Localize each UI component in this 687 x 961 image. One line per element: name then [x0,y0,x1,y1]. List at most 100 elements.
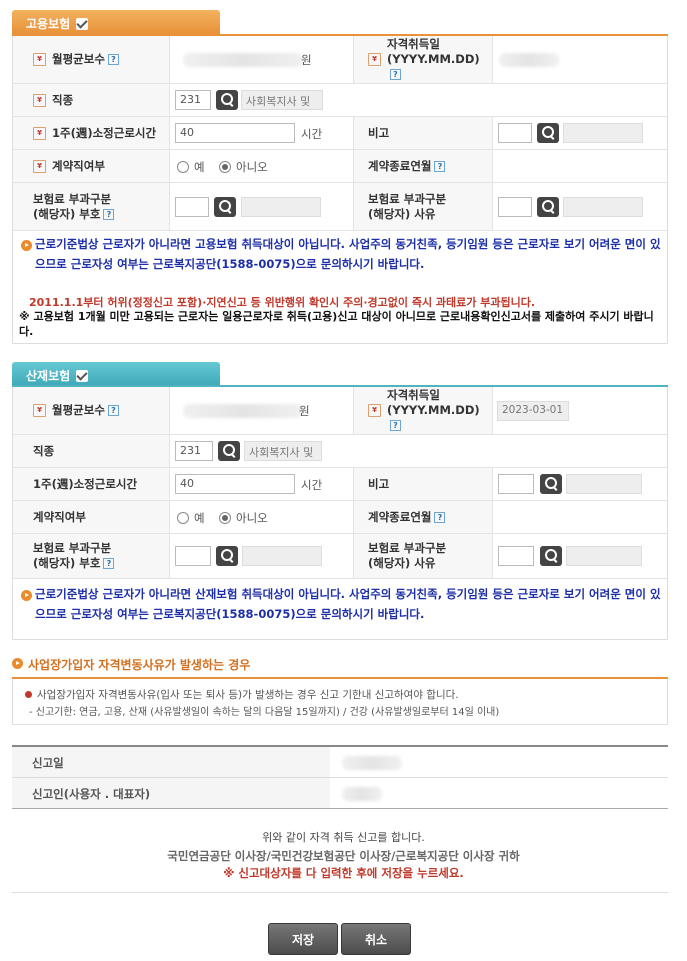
industrial-row-hours: 1주(週)소정근로시간 40 시간 비고 [13,468,667,501]
employment-remark-label: 비고 [354,117,492,149]
notice-arrow-icon [21,590,32,601]
employment-levy-code-input[interactable] [175,197,209,217]
employment-avg-wage-value[interactable] [183,53,303,67]
search-icon[interactable] [218,441,240,461]
employment-contract-no-label: 아니오 [236,160,268,174]
industrial-row-wage: 월평균보수? 원 자격취득일(YYYY.MM.DD)? 2023-03-01 [13,387,667,435]
industrial-row-job: 직종 231 사회복지사 및 [13,435,667,468]
help-icon[interactable]: ? [434,511,446,523]
employment-levy-reason-name [563,197,643,217]
report-date-label: 신고일 [12,747,330,777]
red-dot-icon [25,691,32,698]
industrial-contract-yes-radio[interactable] [177,512,189,524]
industrial-hours-label: 1주(週)소정근로시간 [13,468,169,500]
industrial-acq-date-input[interactable]: 2023-03-01 [497,401,569,421]
employment-checkbox[interactable] [76,18,89,30]
industrial-levy-reason-name [566,546,642,566]
industrial-levy-code-label: 보험료 부과구분 (해당자) 부호? [13,534,169,578]
industrial-form: 월평균보수? 원 자격취득일(YYYY.MM.DD)? 2023-03-01 직… [12,387,668,640]
employment-hours-label: 1주(週)소정근로시간 [13,117,169,149]
employment-levy-code-label: 보험료 부과구분 (해당자) 부호? [13,183,169,230]
employment-row-wage: 월평균보수? 원 자격취득일(YYYY.MM.DD)? [13,36,667,84]
employment-tab-label: 고용보험 [26,17,71,31]
section-arrow-icon [12,658,23,669]
employment-contract-end-label: 계약종료연월? [354,150,492,182]
employment-row-hours: 1주(週)소정근로시간 40 시간 비고 [13,117,667,150]
employment-hours-input[interactable]: 40 [175,123,295,143]
report-date-value[interactable] [342,756,402,770]
change-section-title: 사업장가입자 자격변동사유가 발생하는 경우 [28,658,251,672]
industrial-notice: 근로기준법상 근로자가 아니라면 산재보험 취득대상이 아닙니다. 사업주의 동… [35,587,661,621]
employment-acq-date-label: 자격취득일(YYYY.MM.DD)? [354,36,492,83]
industrial-contract-label: 계약직여부 [13,501,169,533]
industrial-contract-no-radio[interactable] [219,512,231,524]
search-icon[interactable] [537,123,559,143]
industrial-levy-reason-label: 보험료 부과구분 (해당자) 사유 [354,534,492,578]
change-line-2: - 신고기한: 연금, 고용, 산재 (사유발생일이 속하는 달의 다음달 15… [29,707,500,718]
employment-job-code-input[interactable]: 231 [175,90,211,110]
change-section-box: 사업장가입자 자격변동사유(입사 또는 퇴사 등)가 발생하는 경우 신고 기한… [12,679,668,725]
cancel-button[interactable]: 취소 [341,923,411,955]
industrial-contract-no-label: 아니오 [236,511,268,525]
employment-contract-no-radio[interactable] [219,161,231,173]
industrial-avg-wage-value[interactable] [183,404,303,418]
help-icon[interactable]: ? [434,160,446,172]
employment-insurance-tab[interactable]: 고용보험 [12,10,220,34]
industrial-checkbox[interactable] [76,370,89,382]
industrial-remark-code-input[interactable] [498,474,534,494]
employment-row-job: 직종 231 사회복지사 및 [13,84,667,117]
employment-job-name-input: 사회복지사 및 [241,90,323,110]
employment-row-levy: 보험료 부과구분 (해당자) 부호? 보험료 부과구분 (해당자) 사유 [13,183,667,231]
search-icon[interactable] [540,474,562,494]
employment-job-label: 직종 [13,84,169,116]
employment-remark-code-input[interactable] [498,123,532,143]
employment-levy-code-name [241,197,321,217]
help-icon[interactable]: ? [107,405,119,416]
employment-contract-label: 계약직여부 [13,150,169,182]
employment-wage-unit: 원 [301,53,312,67]
industrial-wage-unit: 원 [299,404,310,418]
search-icon[interactable] [537,197,559,217]
footer-line-2: 국민연금공단 이사장/국민건강보험공단 이사장/근로복지공단 이사장 귀하 [167,849,520,863]
employment-hours-unit: 시간 [301,127,323,141]
footer-line-1: 위와 같이 자격 취득 신고를 합니다. [262,831,425,844]
change-line-1: 사업장가입자 자격변동사유(입사 또는 퇴사 등)가 발생하는 경우 신고 기한… [37,689,459,701]
search-icon[interactable] [216,546,238,566]
industrial-remark-label: 비고 [354,468,492,500]
footer-line-3: ※ 신고대상자를 다 입력한 후에 저장을 누르세요. [223,866,464,880]
notice-arrow-icon [21,240,32,251]
save-button[interactable]: 저장 [268,923,338,955]
industrial-levy-code-input[interactable] [175,546,211,566]
employment-daily-worker-notice: ※ 고용보험 1개월 미만 고용되는 근로자는 일용근로자로 취득(고용)신고 … [19,310,654,338]
industrial-contract-yes-label: 예 [194,511,205,525]
employment-acq-date-value[interactable] [499,53,559,67]
industrial-levy-reason-input[interactable] [498,546,534,566]
industrial-contract-end-label: 계약종료연월? [354,501,492,533]
employment-contract-yes-label: 예 [194,160,205,174]
industrial-job-name-input: 사회복지사 및 [244,441,322,461]
help-icon[interactable]: ? [390,69,401,80]
employment-contract-yes-radio[interactable] [177,161,189,173]
help-icon[interactable]: ? [107,54,119,65]
help-icon[interactable]: ? [103,558,115,569]
industrial-hours-input[interactable]: 40 [175,474,295,494]
employment-penalty-notice: 2011.1.1부터 허위(정정신고 포함)·지연신고 등 위반행위 확인시 주… [29,296,536,309]
search-icon[interactable] [214,197,236,217]
help-icon[interactable]: ? [103,208,115,220]
employment-form: 월평균보수? 원 자격취득일(YYYY.MM.DD)? 직종 231 사회복지사… [12,36,668,344]
help-icon[interactable]: ? [390,420,401,431]
employment-avg-wage-label: 월평균보수? [13,36,169,83]
report-reporter-value[interactable] [342,787,382,801]
search-icon[interactable] [540,546,562,566]
industrial-remark-name-input [566,474,642,494]
report-row-reporter: 신고인(사용자 . 대표자) [12,778,668,809]
employment-remark-name-input [563,123,643,143]
industrial-insurance-tab[interactable]: 산재보험 [12,362,220,386]
employment-levy-reason-label: 보험료 부과구분 (해당자) 사유 [354,183,492,230]
industrial-levy-code-name [242,546,322,566]
employment-levy-reason-input[interactable] [498,197,532,217]
industrial-avg-wage-label: 월평균보수? [13,387,169,434]
search-icon[interactable] [216,90,238,110]
employment-row-contract: 계약직여부 예 아니오 계약종료연월? [13,150,667,183]
industrial-job-code-input[interactable]: 231 [175,441,213,461]
